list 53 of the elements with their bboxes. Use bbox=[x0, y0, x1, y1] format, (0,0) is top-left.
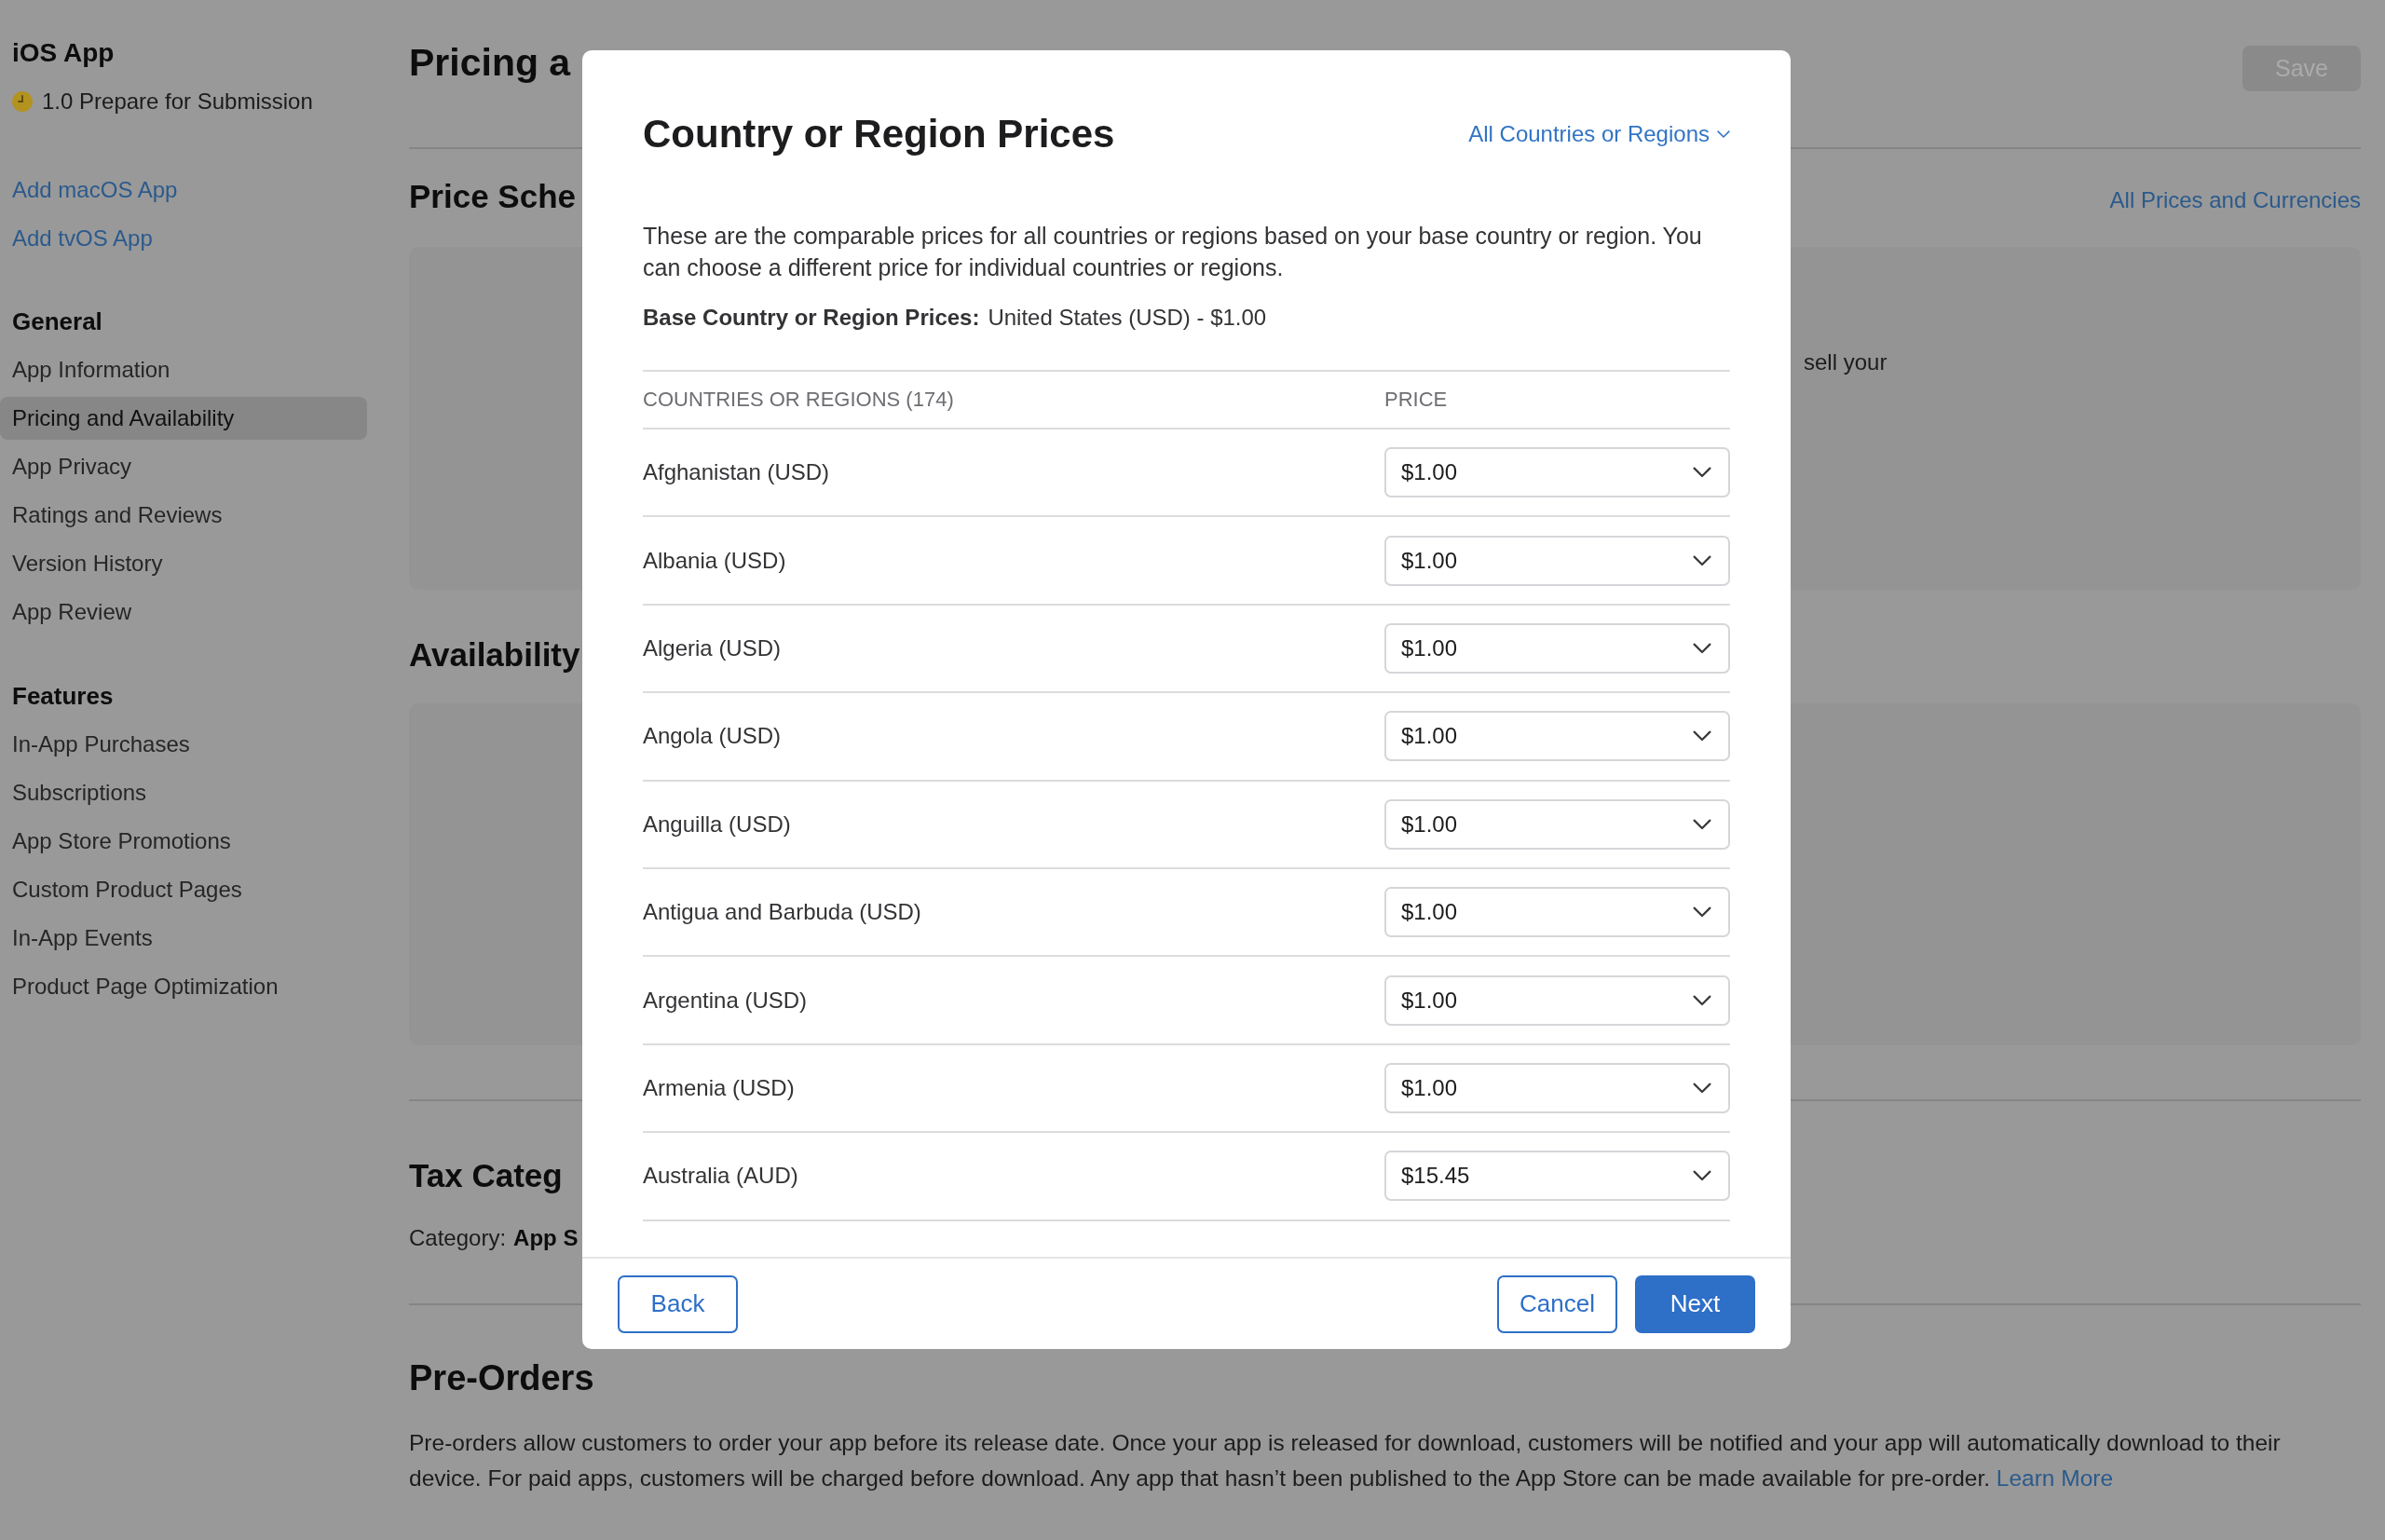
base-price-value: United States (USD) - $1.00 bbox=[988, 304, 1267, 332]
chevron-down-icon bbox=[1717, 129, 1730, 139]
sidebar-item[interactable]: Pricing and Availability bbox=[0, 397, 367, 440]
category-value: App S bbox=[513, 1224, 579, 1252]
country-name: Argentina (USD) bbox=[643, 987, 808, 1014]
section-title: Price Sche bbox=[409, 177, 576, 216]
base-price-label: Base Country or Region Prices: bbox=[643, 304, 980, 332]
category-label: Category: bbox=[409, 1224, 507, 1252]
price-select[interactable]: $15.45 bbox=[1384, 1151, 1730, 1202]
chevron-down-icon bbox=[1693, 994, 1711, 1006]
chevron-down-icon bbox=[1693, 730, 1711, 743]
section-title: Tax Categ bbox=[409, 1156, 563, 1195]
price-select[interactable]: $1.00 bbox=[1384, 622, 1730, 674]
country-name: Afghanistan (USD) bbox=[643, 459, 830, 486]
region-filter-dropdown[interactable]: All Countries or Regions bbox=[1468, 121, 1730, 147]
column-header: COUNTRIES OR REGIONS (174) bbox=[643, 388, 954, 412]
country-name: Antigua and Barbuda (USD) bbox=[643, 899, 921, 926]
section-title: Availability bbox=[409, 635, 580, 675]
country-name: Algeria (USD) bbox=[643, 634, 782, 661]
next-button[interactable]: Next bbox=[1635, 1274, 1755, 1333]
country-name: Angola (USD) bbox=[643, 723, 782, 750]
price-select[interactable]: $1.00 bbox=[1384, 1062, 1730, 1113]
column-header: PRICE bbox=[1384, 388, 1448, 412]
chevron-down-icon bbox=[1693, 467, 1711, 479]
sidebar-section-title: General bbox=[11, 307, 103, 337]
sidebar-section-title: Features bbox=[11, 681, 115, 712]
chevron-down-icon bbox=[1693, 906, 1711, 919]
chevron-down-icon bbox=[1693, 818, 1711, 830]
chevron-down-icon bbox=[1693, 1170, 1711, 1182]
app-title: iOS App bbox=[11, 37, 116, 69]
dialog-description: These are the comparable prices for all countries or regions based on your base country or region. You can choose a different price for individual countries or regions. bbox=[643, 222, 1703, 282]
panel-text: sell your bbox=[1804, 349, 1888, 375]
country-name: Australia (AUD) bbox=[643, 1163, 798, 1190]
price-select[interactable]: $1.00 bbox=[1384, 447, 1730, 498]
clock-icon bbox=[12, 91, 33, 112]
price-select[interactable]: $1.00 bbox=[1384, 711, 1730, 762]
country-name: Albania (USD) bbox=[643, 547, 786, 574]
dialog-title: Country or Region Prices bbox=[643, 111, 1115, 157]
cancel-button[interactable]: Cancel bbox=[1497, 1274, 1617, 1333]
price-select[interactable]: $1.00 bbox=[1384, 974, 1730, 1026]
back-button[interactable]: Back bbox=[618, 1274, 738, 1333]
chevron-down-icon bbox=[1693, 1082, 1711, 1094]
pre-orders-description: Pre-orders allow customers to order your app before its release date. Once your app is released for download, customers will be notified and your app will automatically download to their device. For paid apps, customers will be charged before download. Any app that hasn’t been published to the App Store can be made available for pre-order. Learn More bbox=[409, 1429, 2282, 1492]
country-name: Anguilla (USD) bbox=[643, 811, 791, 838]
page-title: Pricing a bbox=[409, 40, 571, 86]
chevron-down-icon bbox=[1693, 642, 1711, 654]
section-title: Pre-Orders bbox=[409, 1357, 594, 1399]
country-name: Armenia (USD) bbox=[643, 1074, 795, 1101]
version-status[interactable]: 1.0 Prepare for Submission bbox=[42, 86, 313, 117]
price-select[interactable]: $1.00 bbox=[1384, 798, 1730, 850]
price-select[interactable]: $1.00 bbox=[1384, 535, 1730, 586]
price-select[interactable]: $1.00 bbox=[1384, 887, 1730, 938]
chevron-down-icon bbox=[1693, 554, 1711, 566]
